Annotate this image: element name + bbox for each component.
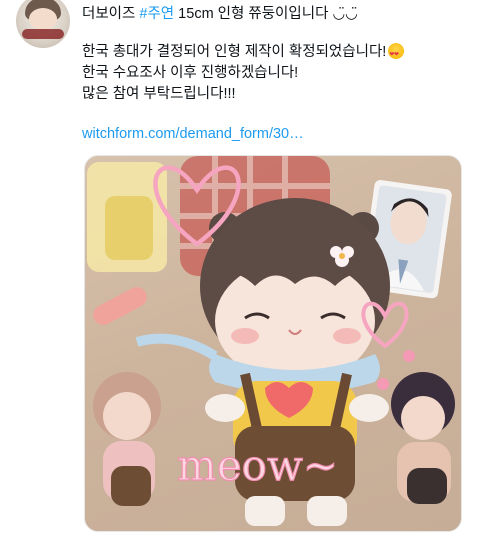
sparkle-flower-icon: [403, 350, 415, 362]
tweet: 더보이즈 #주연 15cm 인형 쮸둥이입니다 ◡̈◡̈ 한국 총대가 결정되어…: [0, 0, 480, 537]
photo-caption: meow~: [177, 441, 338, 490]
avatar[interactable]: [16, 0, 70, 48]
external-link[interactable]: witchform.com/demand_form/30…: [82, 124, 304, 144]
tweet-line-2: 한국 수요조사 이후 진행하겠습니다!: [82, 65, 299, 81]
headline-text: 15cm 인형 쮸둥이입니다 ◡̈◡̈: [174, 6, 358, 22]
small-doll-right: [391, 372, 455, 504]
avatar-ribbon: [22, 29, 64, 39]
photo-illustration: meow~: [87, 156, 455, 526]
tweet-header: 더보이즈 #주연 15cm 인형 쮸둥이입니다 ◡̈◡̈: [82, 4, 464, 24]
smiling-face-with-heart-eyes-icon: [388, 43, 405, 66]
tweet-body: 한국 총대가 결정되어 인형 제작이 확정되었습니다! 한국 수요조사 이후 진…: [82, 42, 462, 105]
tweet-line-3: 많은 참여 부탁드립니다!!!: [82, 86, 236, 102]
display-name[interactable]: 더보이즈: [82, 6, 135, 22]
hashtag-link[interactable]: #주연: [139, 6, 174, 22]
tweet-line-1: 한국 총대가 결정되어 인형 제작이 확정되었습니다!: [82, 42, 462, 66]
pink-hairclip: [93, 287, 147, 325]
avatar-face: [29, 8, 57, 30]
small-doll-left: [93, 372, 161, 506]
tweet-photo[interactable]: meow~: [84, 155, 462, 532]
tweet-line-1-text: 한국 총대가 결정되어 인형 제작이 확정되었습니다!: [82, 44, 387, 60]
